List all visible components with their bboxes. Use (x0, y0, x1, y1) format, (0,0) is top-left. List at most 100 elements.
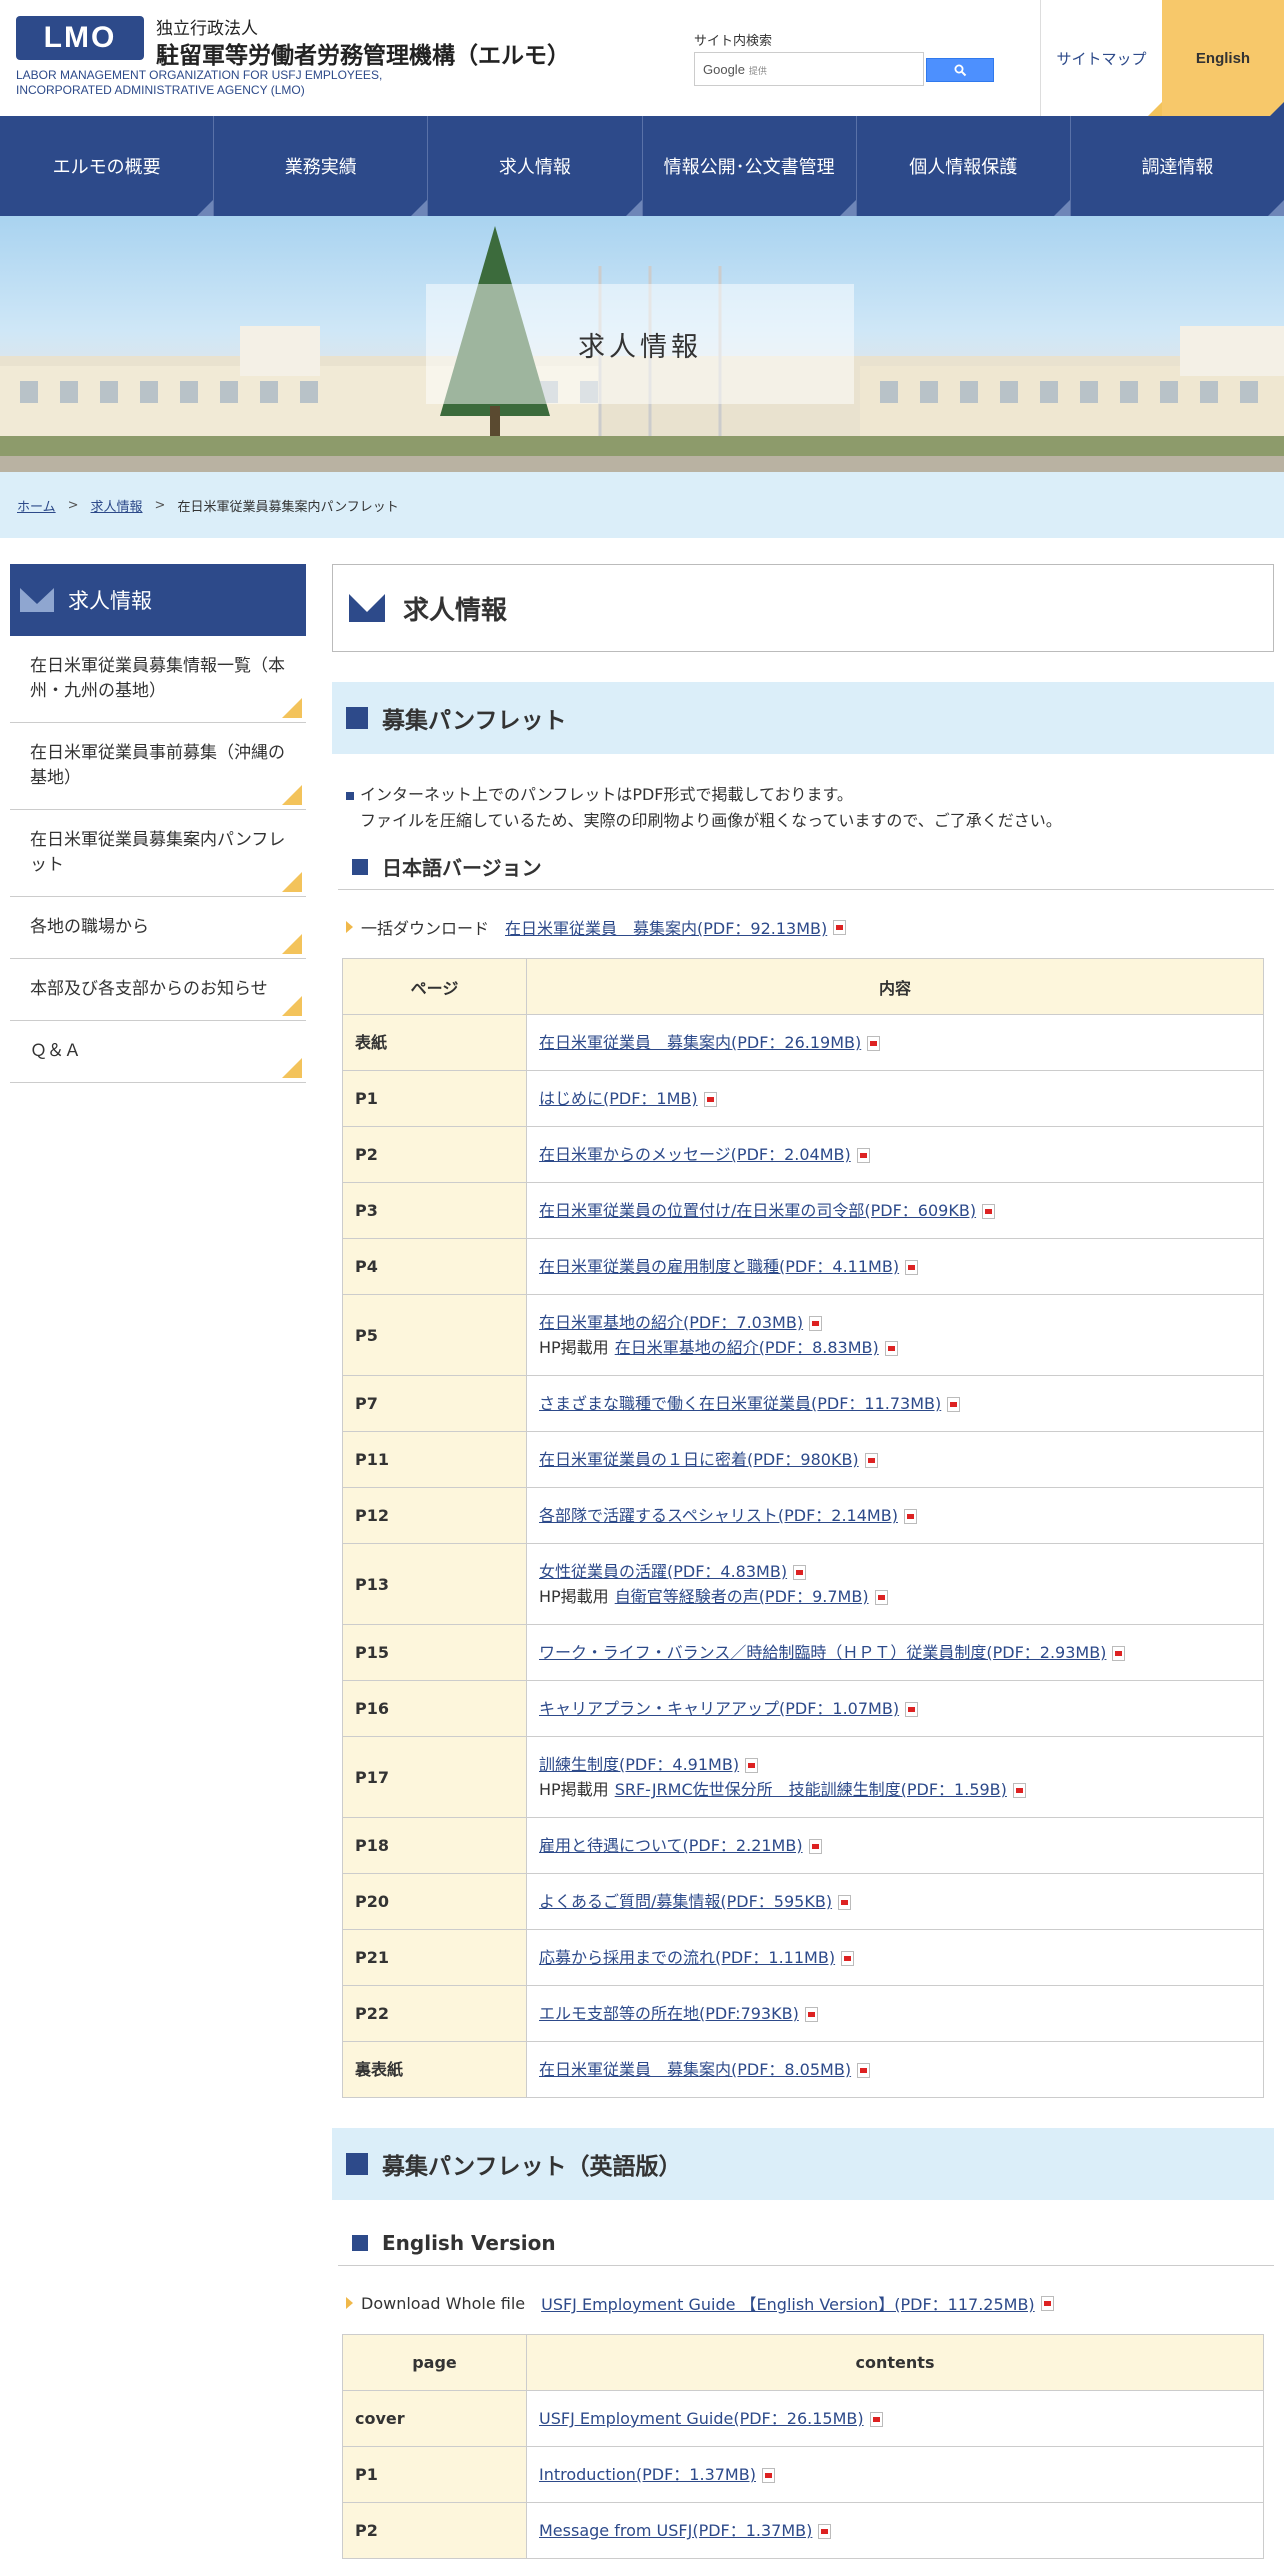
nav-disclosure[interactable]: 情報公開･公文書管理 (643, 116, 857, 216)
sidebar-item-qa[interactable]: Ｑ＆Ａ (10, 1021, 306, 1083)
page-cell: P2 (342, 2502, 527, 2559)
breadcrumb-home[interactable]: ホーム (17, 496, 56, 515)
page-cell: P1 (342, 2446, 527, 2503)
nav-procurement[interactable]: 調達情報 (1071, 116, 1284, 216)
breadcrumb-separator: > (67, 497, 79, 513)
pdf-link[interactable]: Introduction(PDF：1.37MB) (539, 2465, 756, 2484)
pdf-icon (809, 1316, 823, 1331)
global-nav: エルモの概要 業務実績 求人情報 情報公開･公文書管理 個人情報保護 調達情報 (0, 116, 1284, 216)
pdf-link[interactable]: 在日米軍従業員の雇用制度と職種(PDF：4.11MB) (539, 1257, 899, 1276)
pdf-link[interactable]: 在日米軍基地の紹介(PDF：7.03MB) (539, 1313, 803, 1332)
org-name-english: LABOR MANAGEMENT ORGANIZATION FOR USFJ E… (16, 68, 436, 98)
pdf-link[interactable]: 訓練生制度(PDF：4.91MB) (539, 1755, 739, 1774)
pdf-link[interactable]: 女性従業員の活躍(PDF：4.83MB) (539, 1562, 787, 1581)
content-cell: Introduction(PDF：1.37MB) (526, 2446, 1264, 2503)
hero-banner: 求人情報 (0, 216, 1284, 472)
hp-prefix: HP掲載用 (539, 1338, 609, 1357)
content-cell: 応募から採用までの流れ(PDF：1.11MB) (526, 1929, 1264, 1986)
content-cell: 各部隊で活躍するスペシャリスト(PDF：2.14MB) (526, 1487, 1264, 1544)
page-cell: P2 (342, 1126, 527, 1183)
page-cell: P17 (342, 1736, 527, 1818)
pdf-icon (1012, 1783, 1026, 1798)
pdf-link[interactable]: 在日米軍からのメッセージ(PDF：2.04MB) (539, 1145, 851, 1164)
pdf-icon (903, 1509, 917, 1524)
page-cell: P3 (342, 1182, 527, 1239)
download-all-link[interactable]: 在日米軍従業員 募集案内(PDF：92.13MB) (505, 915, 827, 939)
page-cell: cover (342, 2390, 527, 2447)
pdf-icon (1040, 2295, 1054, 2311)
breadcrumb-jobs[interactable]: 求人情報 (91, 496, 143, 515)
pdf-link[interactable]: 在日米軍基地の紹介(PDF：8.83MB) (615, 1338, 879, 1357)
pdf-icon (833, 919, 847, 935)
pdf-icon (905, 1260, 919, 1275)
pdf-link[interactable]: ワーク・ライフ・バランス／時給制臨時（ＨＰＴ）従業員制度(PDF：2.93MB) (539, 1643, 1106, 1662)
pdf-link[interactable]: よくあるご質問/募集情報(PDF：595KB) (539, 1892, 832, 1911)
breadcrumb: ホーム > 求人情報 > 在日米軍従業員募集案内パンフレット (0, 472, 1284, 538)
pdf-link[interactable]: 在日米軍従業員の１日に密着(PDF：980KB) (539, 1450, 859, 1469)
pdf-link[interactable]: SRF-JRMC佐世保分所 技能訓練生制度(PDF：1.59B) (615, 1780, 1007, 1799)
page-title: 求人情報 (332, 564, 1274, 652)
site-header: LMO 独立行政法人 駐留軍等労働者労務管理機構（エルモ） LABOR MANA… (0, 0, 1284, 116)
pdf-link[interactable]: キャリアプラン・キャリアアップ(PDF：1.07MB) (539, 1699, 899, 1718)
content-cell: 雇用と待遇について(PDF：2.21MB) (526, 1817, 1264, 1874)
main-content: 求人情報 募集パンフレット インターネット上でのパンフレットはPDF形式で掲載し… (332, 564, 1274, 2559)
table-row: P18 雇用と待遇について(PDF：2.21MB) (342, 1817, 1264, 1874)
pdf-icon (982, 1204, 996, 1219)
sidebar-item-recruit-list[interactable]: 在日米軍従業員募集情報一覧（本州・九州の基地） (10, 636, 306, 723)
pdf-link[interactable]: 在日米軍従業員 募集案内(PDF：8.05MB) (539, 2060, 851, 2079)
pdf-icon (864, 1453, 878, 1468)
col-content: 内容 (526, 958, 1264, 1015)
nav-privacy[interactable]: 個人情報保護 (857, 116, 1071, 216)
content-cell: 在日米軍からのメッセージ(PDF：2.04MB) (526, 1126, 1264, 1183)
table-row: cover USFJ Employment Guide(PDF：26.15MB) (342, 2390, 1264, 2447)
pdf-link[interactable]: 応募から採用までの流れ(PDF：1.11MB) (539, 1948, 835, 1967)
sidebar-title: 求人情報 (10, 564, 306, 636)
pdf-link[interactable]: 在日米軍従業員 募集案内(PDF：26.19MB) (539, 1033, 861, 1052)
content-cell: 女性従業員の活躍(PDF：4.83MB) HP掲載用 自衛官等経験者の声(PDF：9… (526, 1543, 1264, 1625)
pdf-icon (793, 1565, 807, 1580)
pamphlet-table-jp: ページ 内容 表紙 在日米軍従業員 募集案内(PDF：26.19MB) P1 はじめに(… (342, 958, 1264, 2098)
table-row: P13 女性従業員の活躍(PDF：4.83MB) HP掲載用 自衛官等経験者の声(PD… (342, 1543, 1264, 1625)
pdf-icon (856, 1148, 870, 1163)
page-cell: P5 (342, 1294, 527, 1376)
sitemap-link[interactable]: サイトマップ (1040, 0, 1162, 116)
page-cell: P4 (342, 1238, 527, 1295)
pdf-link[interactable]: エルモ支部等の所在地(PDF:793KB) (539, 2004, 799, 2023)
sidebar-item-okinawa[interactable]: 在日米軍従業員事前募集（沖縄の基地） (10, 723, 306, 810)
sidebar-item-notices[interactable]: 本部及び各支部からのお知らせ (10, 959, 306, 1021)
logo-text: LMO (43, 21, 117, 54)
sidebar-item-workplaces[interactable]: 各地の職場から (10, 897, 306, 959)
download-all-link-en[interactable]: USFJ Employment Guide 【English Version】(… (541, 2291, 1035, 2315)
org-en-line1: LABOR MANAGEMENT ORGANIZATION FOR USFJ E… (16, 68, 383, 82)
pdf-icon (947, 1397, 961, 1412)
pdf-link[interactable]: Message from USFJ(PDF：1.37MB) (539, 2521, 812, 2540)
page-cell: P20 (342, 1873, 527, 1930)
lmo-logo[interactable]: LMO (16, 16, 144, 60)
nav-about[interactable]: エルモの概要 (0, 116, 215, 216)
pdf-icon (884, 1341, 898, 1356)
page-cell: P15 (342, 1624, 527, 1681)
pdf-link[interactable]: はじめに(PDF：1MB) (539, 1089, 698, 1108)
pdf-link[interactable]: 各部隊で活躍するスペシャリスト(PDF：2.14MB) (539, 1506, 898, 1525)
pdf-icon (874, 1590, 888, 1605)
col-page: ページ (342, 958, 527, 1015)
page-cell: 表紙 (342, 1014, 527, 1071)
search-input[interactable]: Google 提供 (694, 52, 924, 86)
pdf-icon (867, 1036, 881, 1051)
pdf-link[interactable]: 雇用と待遇について(PDF：2.21MB) (539, 1836, 803, 1855)
pdf-link[interactable]: 在日米軍従業員の位置付け/在日米軍の司令部(PDF：609KB) (539, 1201, 976, 1220)
pdf-link[interactable]: USFJ Employment Guide(PDF：26.15MB) (539, 2409, 864, 2428)
content-cell: エルモ支部等の所在地(PDF:793KB) (526, 1985, 1264, 2042)
pdf-link[interactable]: 自衛官等経験者の声(PDF：9.7MB) (615, 1587, 869, 1606)
pdf-link[interactable]: さまざまな職種で働く在日米軍従業員(PDF：11.73MB) (539, 1394, 941, 1413)
nav-performance[interactable]: 業務実績 (214, 116, 429, 216)
page-cell: P1 (342, 1070, 527, 1127)
table-row: P2 在日米軍からのメッセージ(PDF：2.04MB) (342, 1126, 1264, 1183)
nav-jobs[interactable]: 求人情報 (428, 116, 643, 216)
search-button[interactable] (926, 58, 994, 82)
english-link[interactable]: English (1162, 0, 1284, 116)
sidebar-item-pamphlet[interactable]: 在日米軍従業員募集案内パンフレット (10, 810, 306, 897)
table-row: P1 Introduction(PDF：1.37MB) (342, 2446, 1264, 2503)
content-cell: 在日米軍基地の紹介(PDF：7.03MB) HP掲載用 在日米軍基地の紹介(PDF：… (526, 1294, 1264, 1376)
pdf-notice: インターネット上でのパンフレットはPDF形式で掲載しております。 ファイルを圧縮… (332, 782, 1274, 834)
